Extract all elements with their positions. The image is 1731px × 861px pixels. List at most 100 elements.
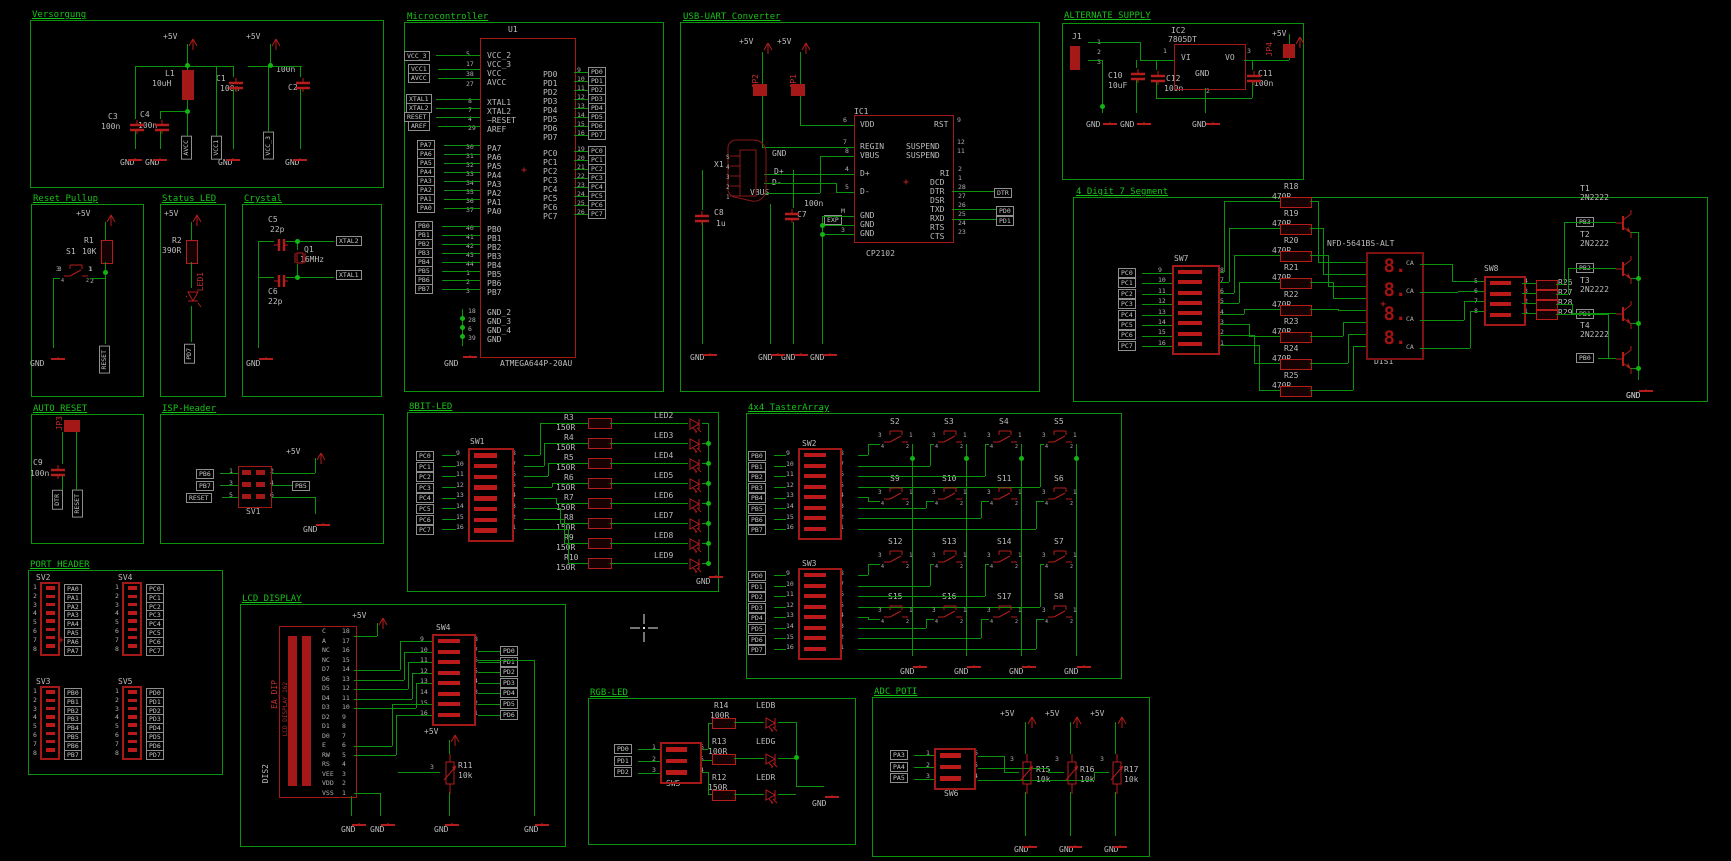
net-tag-reset[interactable]: RESET — [99, 346, 110, 374]
gnd-symbol[interactable] — [1102, 115, 1118, 125]
dip-rocker[interactable] — [804, 453, 826, 458]
dip-switch[interactable] — [798, 448, 842, 540]
dip-rocker[interactable] — [128, 706, 137, 711]
seven-segment-display[interactable]: 8. 8. 8. 8. — [1366, 252, 1424, 360]
net-tag-pc3[interactable]: PC3 — [1118, 299, 1136, 310]
net-tag-aref[interactable]: AREF — [408, 121, 430, 131]
resistor[interactable] — [588, 458, 612, 469]
vcc-arrow[interactable] — [762, 40, 774, 54]
dip-rocker[interactable] — [46, 731, 55, 736]
dip-rocker[interactable] — [1490, 312, 1511, 317]
capacitor[interactable] — [228, 77, 244, 92]
dip-rocker[interactable] — [474, 506, 498, 512]
dip-rocker[interactable] — [1490, 302, 1511, 307]
net-tag-vcc_3[interactable]: VCC_3 — [404, 51, 430, 61]
net-tag-pc4[interactable]: PC4 — [1118, 309, 1136, 320]
vcc-arrow[interactable] — [1071, 714, 1083, 728]
dip-rocker[interactable] — [128, 644, 137, 648]
dip-rocker[interactable] — [940, 764, 961, 770]
pushbutton[interactable]: 3 1 4 2 — [987, 603, 1023, 627]
net-tag-pc6[interactable]: PC6 — [1118, 330, 1136, 341]
component-body[interactable] — [288, 636, 297, 786]
usb-connector[interactable]: S 4 3 2 1 — [726, 138, 768, 208]
net-tag-pd6[interactable]: PD6 — [500, 709, 518, 720]
resistor[interactable] — [588, 438, 612, 449]
dip-rocker[interactable] — [474, 453, 498, 458]
vcc-arrow[interactable] — [800, 40, 812, 54]
transistor-npn[interactable] — [1616, 210, 1638, 238]
pushbutton[interactable]: 3 1 4 2 — [932, 428, 968, 452]
net-tag-pd3[interactable]: PD3 — [748, 602, 766, 613]
led[interactable] — [688, 517, 706, 533]
capacitor[interactable] — [784, 208, 800, 223]
resistor[interactable] — [1280, 305, 1312, 316]
net-tag-pd4[interactable]: PD4 — [500, 688, 518, 699]
dip-rocker[interactable] — [438, 670, 460, 675]
vcc-arrow[interactable] — [187, 36, 199, 50]
resistor[interactable] — [588, 478, 612, 489]
dip-switch[interactable] — [798, 568, 842, 660]
gnd-symbol[interactable] — [258, 350, 274, 360]
dip-rocker[interactable] — [804, 594, 826, 599]
resistor[interactable] — [712, 754, 736, 765]
dip-rocker[interactable] — [46, 723, 55, 727]
gnd-symbol[interactable] — [462, 348, 478, 358]
dip-rocker[interactable] — [1178, 270, 1203, 275]
net-tag-dtr[interactable]: DTR — [994, 188, 1012, 198]
dip-switch[interactable] — [40, 582, 60, 656]
resistor[interactable] — [1280, 197, 1312, 208]
net-tag-vcc_3[interactable]: VCC_3 — [263, 132, 274, 160]
dip-switch[interactable] — [122, 686, 142, 760]
dip-rocker[interactable] — [128, 627, 137, 632]
gnd-symbol[interactable] — [127, 151, 143, 161]
net-tag-pb0[interactable]: PB0 — [1576, 353, 1594, 363]
net-tag-vcc1[interactable]: VCC1 — [211, 136, 222, 160]
potentiometer[interactable] — [1109, 754, 1125, 794]
net-tag-pb5[interactable]: PB5 — [292, 481, 310, 491]
net-tag-xtal1[interactable]: XTAL1 — [336, 270, 362, 280]
potentiometer[interactable] — [1064, 754, 1080, 794]
net-tag-pb7[interactable]: PB7 — [415, 284, 433, 294]
gnd-symbol[interactable] — [380, 816, 396, 826]
net-tag-pa5[interactable]: PA5 — [890, 773, 908, 784]
dip-rocker[interactable] — [128, 715, 137, 719]
resistor[interactable] — [588, 558, 612, 569]
pushbutton[interactable]: 3 1 4 2 — [987, 428, 1023, 452]
pushbutton[interactable]: 3 1 4 2 — [932, 603, 968, 627]
transistor-npn[interactable] — [1616, 346, 1638, 374]
net-tag-pc1[interactable]: PC1 — [1118, 278, 1136, 289]
resistor[interactable] — [1280, 224, 1312, 235]
capacitor[interactable] — [50, 464, 66, 479]
gnd-symbol[interactable] — [292, 151, 308, 161]
capacitor[interactable] — [694, 210, 710, 225]
led[interactable] — [688, 437, 706, 453]
component-body[interactable] — [242, 494, 251, 499]
dip-switch[interactable] — [1172, 265, 1220, 355]
dip-rocker[interactable] — [666, 758, 687, 764]
vcc-arrow[interactable] — [105, 212, 117, 226]
gnd-symbol[interactable] — [1021, 658, 1037, 668]
capacitor[interactable] — [1150, 70, 1166, 85]
net-tag-pb7[interactable]: PB7 — [64, 749, 82, 760]
dip-rocker[interactable] — [46, 739, 55, 744]
led[interactable] — [688, 457, 706, 473]
dip-rocker[interactable] — [940, 776, 961, 781]
vcc-arrow[interactable] — [449, 732, 461, 746]
net-tag-avcc[interactable]: AVCC — [181, 136, 192, 160]
resistor[interactable] — [1536, 290, 1558, 300]
dip-rocker[interactable] — [46, 715, 55, 719]
led[interactable] — [688, 557, 706, 573]
net-tag-pd2[interactable]: PD2 — [614, 767, 632, 778]
gnd-symbol[interactable] — [1067, 838, 1083, 848]
net-tag-pc0[interactable]: PC0 — [416, 451, 434, 461]
net-tag-pc7[interactable]: PC7 — [588, 209, 606, 219]
pushbutton[interactable]: 3 1 4 2 — [878, 428, 914, 452]
dip-rocker[interactable] — [1178, 321, 1203, 326]
vcc-arrow[interactable] — [1116, 714, 1128, 728]
dip-rocker[interactable] — [128, 586, 137, 590]
component-body[interactable] — [256, 482, 265, 487]
transistor-npn[interactable] — [1616, 256, 1638, 284]
vcc-arrow[interactable] — [270, 36, 282, 50]
net-tag-pc5[interactable]: PC5 — [1118, 320, 1136, 330]
net-tag-pd1[interactable]: PD1 — [996, 216, 1014, 226]
